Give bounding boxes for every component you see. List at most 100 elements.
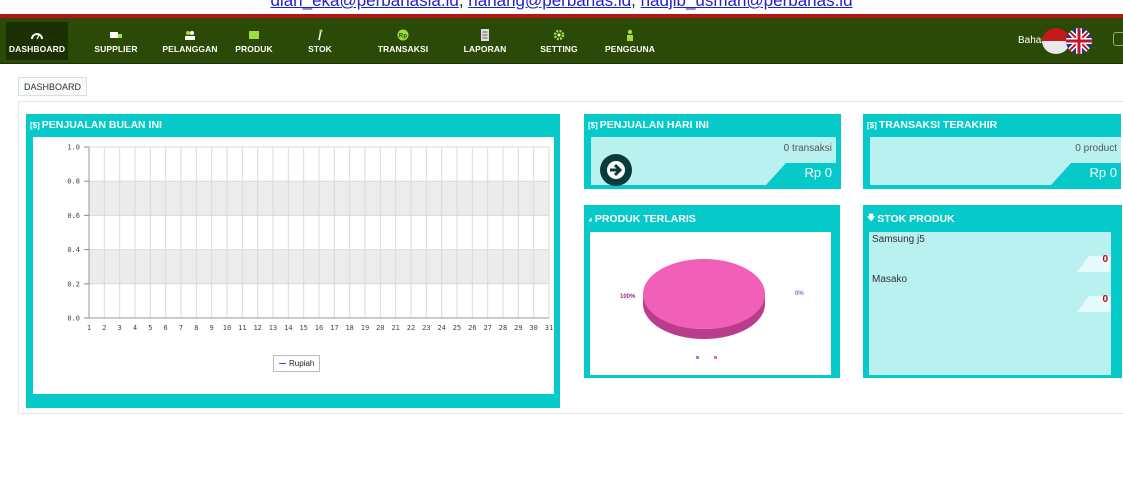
- nav-label: DASHBOARD: [8, 43, 66, 54]
- y-tick-label: 0.4: [67, 246, 80, 254]
- x-tick-label: 18: [345, 324, 353, 332]
- nav-label: LAPORAN: [463, 43, 507, 54]
- y-tick-label: 0.2: [67, 280, 80, 288]
- x-tick-label: 19: [361, 324, 369, 332]
- nav-stok[interactable]: STOK: [300, 22, 340, 60]
- y-tick-label: 1.0: [67, 144, 80, 152]
- nav-supplier[interactable]: SUPPLIER: [90, 22, 142, 60]
- x-tick-label: 15: [299, 324, 307, 332]
- person-icon: [624, 29, 636, 41]
- email-link-1[interactable]: dian_eka@perbanasia.id: [270, 0, 458, 10]
- panel-title: [$] PENJUALAN HARI INI: [588, 114, 709, 136]
- x-tick-label: 12: [253, 324, 261, 332]
- panel-title-text: TRANSAKSI TERAKHIR: [878, 119, 998, 131]
- product-count: 0 product: [1075, 143, 1117, 154]
- y-tick-label: 0.6: [67, 212, 80, 220]
- legend-label: Rupiah: [289, 359, 315, 368]
- best-products-chart: 100% 0%: [590, 232, 831, 375]
- tools-icon: [314, 29, 326, 41]
- nav-dashboard[interactable]: DASHBOARD: [6, 22, 68, 60]
- pie-label-main: 100%: [620, 294, 636, 300]
- users-icon: [184, 29, 196, 41]
- x-tick-label: 23: [422, 324, 430, 332]
- nav-setting[interactable]: SETTING: [538, 22, 580, 60]
- x-tick-label: 30: [529, 324, 537, 332]
- x-tick-label: 3: [118, 324, 122, 332]
- stock-item-qty: 0: [1102, 254, 1108, 265]
- x-tick-label: 26: [468, 324, 476, 332]
- x-tick-label: 7: [179, 324, 183, 332]
- stock-list: Samsung j5 0 Masako 0: [869, 232, 1111, 375]
- y-tick-label: 0.0: [67, 315, 80, 323]
- document-icon: [479, 28, 491, 41]
- legend-marker: [696, 356, 699, 359]
- nav-label: PENGGUNA: [605, 43, 655, 54]
- chart-legend[interactable]: Rupiah: [273, 355, 321, 372]
- y-tick-label: 0.8: [67, 178, 80, 186]
- nav-transaksi[interactable]: Rp TRANSAKSI: [374, 22, 432, 60]
- panel-title-text: STOK PRODUK: [877, 213, 955, 225]
- x-tick-label: 4: [133, 324, 137, 332]
- x-tick-label: 31: [545, 324, 553, 332]
- money-icon: [$]: [588, 120, 598, 130]
- arrow-down-icon: 🡇: [867, 213, 876, 222]
- email-separator-1: ,: [458, 0, 464, 10]
- x-tick-label: 11: [238, 324, 246, 332]
- panel-title: [$] PENJUALAN BULAN INI: [30, 114, 162, 136]
- legend-swatch: [279, 363, 286, 364]
- gear-icon: [553, 29, 565, 41]
- stock-item-name: Masako: [872, 274, 908, 285]
- x-tick-label: 6: [164, 324, 168, 332]
- nav-produk[interactable]: PRODUK: [232, 22, 276, 60]
- logout-icon[interactable]: [1113, 32, 1123, 46]
- nav-label: SUPPLIER: [94, 43, 138, 54]
- x-tick-label: 16: [315, 324, 323, 332]
- panel-title: 🡇 STOK PRODUK: [867, 208, 955, 230]
- x-tick-label: 28: [499, 324, 507, 332]
- nav-label: SETTING: [540, 43, 578, 54]
- x-tick-label: 5: [148, 324, 152, 332]
- x-tick-label: 29: [514, 324, 522, 332]
- breadcrumb-current: DASHBOARD: [24, 81, 82, 92]
- nav-label: PRODUK: [235, 43, 273, 54]
- nav-label: TRANSAKSI: [377, 43, 429, 54]
- panel-title: [$] TRANSAKSI TERAKHIR: [867, 114, 997, 136]
- uk-flag-icon[interactable]: [1066, 28, 1092, 54]
- panel-title: ◕ PRODUK TERLARIS: [588, 208, 696, 230]
- pie-label-small: 0%: [795, 291, 804, 297]
- coin-icon: Rp: [397, 29, 409, 41]
- nav-label: PELANGGAN: [162, 43, 218, 54]
- x-tick-label: 27: [483, 324, 491, 332]
- stock-item[interactable]: Masako 0: [869, 272, 1111, 312]
- nav-label: STOK: [308, 43, 332, 54]
- dashboard-icon: [31, 29, 43, 41]
- email-link-3[interactable]: hadjib_usman@perbanas.id: [641, 0, 853, 10]
- panel-best-products: ◕ PRODUK TERLARIS 100% 0%: [584, 205, 840, 378]
- contact-emails: dian_eka@perbanasia.id, nanang@perbanas.…: [0, 0, 1123, 14]
- x-tick-label: 20: [376, 324, 384, 332]
- nav-pelanggan[interactable]: PELANGGAN: [160, 22, 220, 60]
- x-tick-label: 25: [453, 324, 461, 332]
- nav-laporan[interactable]: LAPORAN: [462, 22, 508, 60]
- panel-title-text: PRODUK TERLARIS: [594, 213, 696, 225]
- stock-item-name: Samsung j5: [872, 234, 925, 245]
- panel-sales-month: [$] PENJUALAN BULAN INI 1 2 3 4 5 6 7 8 9 10 11 12 1…: [26, 114, 560, 408]
- panel-title-text: PENJUALAN HARI INI: [599, 119, 709, 131]
- stock-item[interactable]: Samsung j5 0: [869, 232, 1111, 272]
- panel-sales-today: [$] PENJUALAN HARI INI 0 transaksi Rp 0: [584, 114, 841, 189]
- x-tick-label: 13: [269, 324, 277, 332]
- pie-slice-main: [643, 259, 765, 329]
- pie-chart-icon: ◕: [588, 214, 593, 224]
- sales-today-amount: Rp 0: [804, 165, 832, 180]
- nav-pengguna[interactable]: PENGGUNA: [604, 22, 656, 60]
- arrow-right-icon[interactable]: [600, 154, 632, 186]
- money-icon: [$]: [867, 120, 877, 130]
- panel-title-text: PENJUALAN BULAN INI: [41, 119, 162, 131]
- email-link-2[interactable]: nanang@perbanas.id: [468, 0, 631, 10]
- x-tick-label: 14: [284, 324, 292, 332]
- last-transaction-amount: Rp 0: [1089, 165, 1117, 180]
- x-tick-label: 9: [210, 324, 214, 332]
- breadcrumb[interactable]: DASHBOARD: [18, 77, 88, 96]
- x-tick-label: 17: [330, 324, 338, 332]
- x-tick-label: 8: [194, 324, 198, 332]
